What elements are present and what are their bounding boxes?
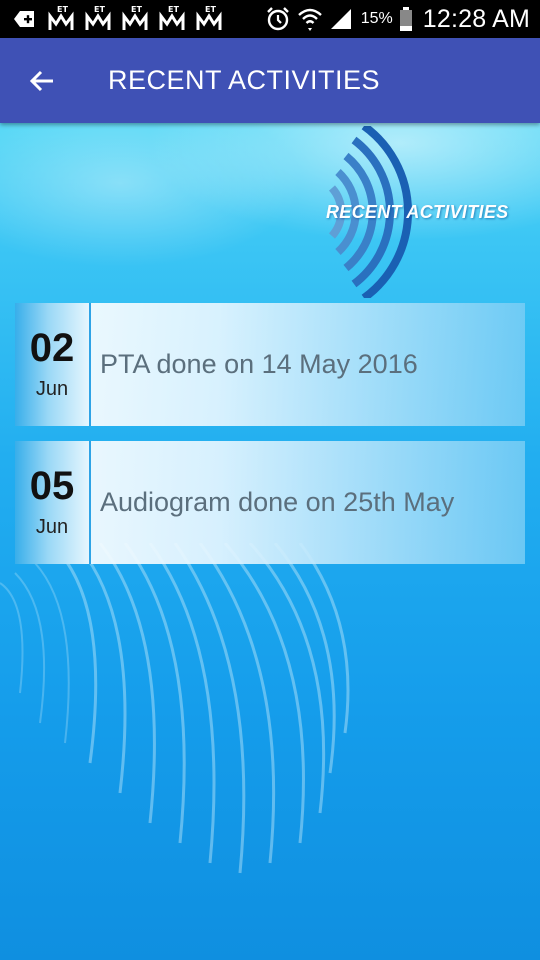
signal-icon	[330, 9, 351, 29]
battery-icon	[399, 7, 412, 31]
status-bar: ET ET ET ET ET 15% 12:28 AM	[0, 0, 540, 38]
activity-item[interactable]: 05 Jun Audiogram done on 25th May	[15, 441, 525, 564]
activity-month: Jun	[35, 516, 69, 538]
notification-icons: ET ET ET ET ET	[12, 5, 233, 32]
app-bar: RECENT ACTIVITIES	[0, 38, 540, 123]
activity-date: 02 Jun	[15, 303, 91, 426]
activity-date: 05 Jun	[15, 441, 91, 564]
wifi-icon	[297, 8, 322, 31]
recent-activities-banner: RECENT ACTIVITIES	[300, 122, 540, 302]
et-notification-icon: ET	[48, 5, 74, 32]
activity-list: 02 Jun PTA done on 14 May 2016 05 Jun Au…	[15, 303, 525, 564]
clock: 12:28 AM	[422, 4, 530, 33]
activity-month: Jun	[35, 378, 69, 400]
back-arrow-icon	[29, 70, 53, 91]
activity-day: 05	[29, 464, 75, 508]
activity-item[interactable]: 02 Jun PTA done on 14 May 2016	[15, 303, 525, 426]
app-notification-icon	[14, 11, 34, 27]
et-notification-icon: ET	[122, 5, 148, 32]
back-button[interactable]	[22, 61, 62, 101]
system-status: 15% 12:28 AM	[259, 5, 530, 34]
et-notification-icon: ET	[85, 5, 111, 32]
activity-description: Audiogram done on 25th May	[100, 487, 455, 517]
sound-wave-decoration	[0, 543, 350, 874]
et-notification-icon: ET	[196, 5, 222, 32]
activity-description: PTA done on 14 May 2016	[100, 349, 418, 379]
alarm-icon	[266, 7, 289, 31]
page-title: RECENT ACTIVITIES	[108, 65, 381, 95]
et-notification-icon: ET	[159, 5, 185, 32]
battery-percent: 15%	[360, 10, 393, 27]
banner-title: RECENT ACTIVITIES	[326, 202, 509, 222]
activity-day: 02	[29, 326, 75, 370]
